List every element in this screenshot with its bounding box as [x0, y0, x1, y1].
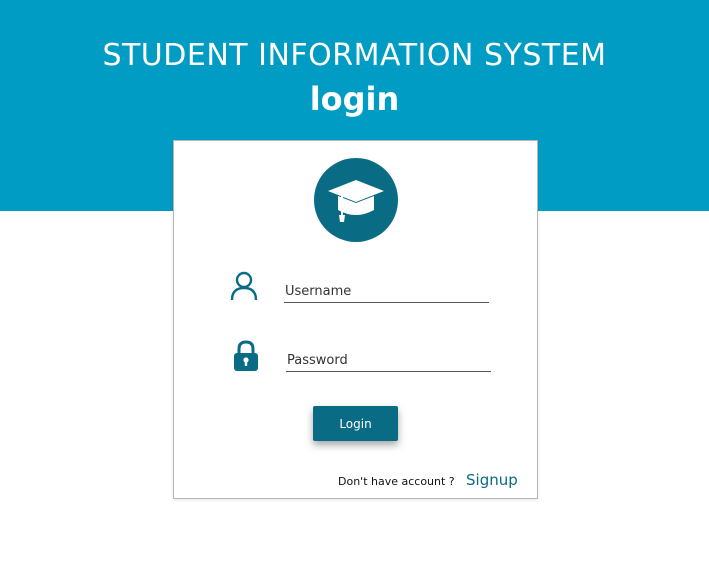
lock-icon: [234, 340, 258, 371]
login-card: Login Don't have account ? Signup: [173, 140, 538, 499]
graduation-cap-icon: [328, 180, 384, 222]
app-title: STUDENT INFORMATION SYSTEM: [102, 38, 607, 73]
login-page: STUDENT INFORMATION SYSTEM login Usernam…: [0, 0, 709, 579]
login-button[interactable]: Login: [313, 406, 398, 441]
signup-link[interactable]: Signup: [466, 471, 518, 489]
username-input[interactable]: [284, 280, 489, 303]
password-input[interactable]: [286, 349, 491, 372]
logo-badge: [314, 158, 398, 242]
user-icon: [230, 271, 258, 301]
page-subtitle: login: [309, 80, 400, 118]
no-account-text: Don't have account ?: [338, 475, 455, 488]
